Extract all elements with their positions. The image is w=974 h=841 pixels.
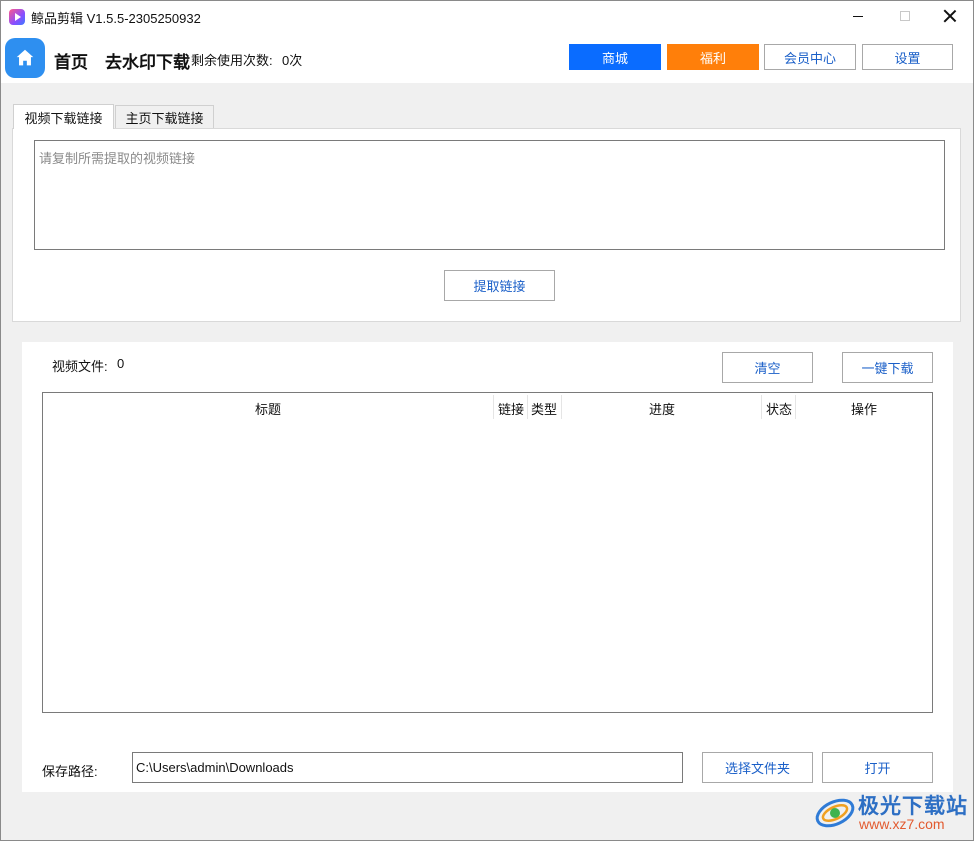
app-logo-icon	[9, 9, 25, 25]
save-path-input[interactable]	[132, 752, 683, 783]
maximize-icon	[900, 11, 910, 21]
column-header-actions[interactable]: 操作	[849, 399, 879, 418]
page-title: 去水印下载	[105, 53, 190, 72]
window-title: 鲸品剪辑 V1.5.5-2305250932	[31, 11, 201, 26]
column-divider	[493, 395, 494, 419]
open-folder-button[interactable]: 打开	[822, 752, 933, 783]
header: 首页 去水印下载 剩余使用次数: 0次 商城 福利 会员中心 设置	[1, 31, 973, 83]
column-divider	[761, 395, 762, 419]
download-all-button[interactable]: 一键下载	[842, 352, 933, 383]
video-files-count: 0	[117, 356, 125, 371]
watermark: 极光下载站 www.xz7.com	[813, 787, 973, 837]
home-icon[interactable]	[5, 38, 45, 78]
column-header-type[interactable]: 类型	[529, 399, 559, 418]
settings-button[interactable]: 设置	[862, 44, 953, 70]
shop-button[interactable]: 商城	[569, 44, 661, 70]
home-nav-label[interactable]: 首页	[54, 48, 88, 73]
remaining-uses-label: 剩余使用次数:	[191, 53, 273, 68]
close-icon	[944, 10, 956, 22]
video-link-input[interactable]	[34, 140, 945, 250]
save-path-label: 保存路径:	[42, 764, 98, 779]
watermark-url: www.xz7.com	[859, 816, 945, 832]
column-header-status[interactable]: 状态	[764, 399, 794, 418]
video-files-label: 视频文件:	[52, 359, 108, 374]
close-button[interactable]	[927, 1, 973, 31]
column-header-title[interactable]: 标题	[255, 399, 281, 418]
column-divider	[795, 395, 796, 419]
remaining-uses-count: 0次	[282, 53, 303, 68]
clear-button[interactable]: 清空	[722, 352, 813, 383]
maximize-button[interactable]	[882, 1, 928, 31]
minimize-icon	[853, 15, 863, 17]
column-divider	[527, 395, 528, 419]
title-bar: 鲸品剪辑 V1.5.5-2305250932	[1, 1, 973, 31]
column-header-progress[interactable]: 进度	[647, 399, 677, 418]
member-center-button[interactable]: 会员中心	[764, 44, 856, 70]
column-header-link[interactable]: 链接	[496, 399, 526, 418]
tab-homepage-link[interactable]: 主页下载链接	[115, 105, 214, 128]
column-divider	[561, 395, 562, 419]
minimize-button[interactable]	[835, 1, 881, 31]
extract-link-button[interactable]: 提取链接	[444, 270, 555, 301]
app-window: 鲸品剪辑 V1.5.5-2305250932 首页 去水印下载 剩余使用次数: …	[0, 0, 974, 841]
choose-folder-button[interactable]: 选择文件夹	[702, 752, 813, 783]
watermark-logo-icon	[815, 798, 855, 828]
welfare-button[interactable]: 福利	[667, 44, 759, 70]
tab-video-link[interactable]: 视频下载链接	[13, 104, 114, 129]
video-files-table[interactable]: 标题 链接 类型 进度 状态 操作	[42, 392, 933, 713]
